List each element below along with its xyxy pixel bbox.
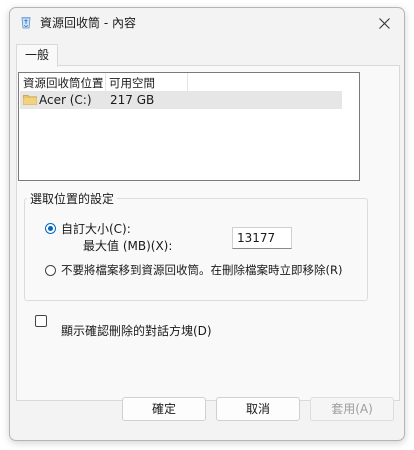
free-space-value: 217 GB [110, 93, 155, 107]
no-move-radio[interactable] [45, 265, 56, 276]
column-divider[interactable] [105, 73, 106, 91]
recycle-bin-icon [20, 15, 32, 29]
close-button[interactable] [372, 12, 396, 34]
recycle-bin-location-list[interactable]: 資源回收筒位置 可用空間 Acer (C:) 217 GB [18, 72, 360, 181]
location-name: Acer (C:) [39, 93, 92, 107]
close-icon [378, 17, 390, 29]
folder-icon [23, 94, 37, 105]
title-bar[interactable]: 資源回收筒 - 內容 [10, 8, 404, 36]
column-header-free-space[interactable]: 可用空間 [109, 75, 155, 91]
tab-general[interactable]: 一般 [16, 44, 58, 67]
custom-size-radio[interactable] [45, 223, 56, 234]
custom-size-label[interactable]: 自訂大小(C): [61, 220, 131, 237]
confirm-delete-checkbox[interactable] [35, 315, 47, 327]
max-size-input[interactable]: 13177 [232, 227, 292, 249]
column-divider[interactable] [187, 73, 188, 91]
max-value-label: 最大值 (MB)(X): [83, 239, 173, 253]
column-header-location[interactable]: 資源回收筒位置 [23, 75, 104, 91]
group-title: 選取位置的設定 [27, 190, 118, 207]
apply-button[interactable]: 套用(A) [310, 397, 394, 421]
location-settings-group [24, 198, 368, 301]
cancel-button[interactable]: 取消 [216, 397, 300, 421]
window-title: 資源回收筒 - 內容 [40, 16, 136, 30]
list-header: 資源回收筒位置 可用空間 [19, 73, 359, 91]
no-move-label[interactable]: 不要將檔案移到資源回收筒。在刪除檔案時立即移除(R) [61, 262, 342, 278]
list-item[interactable]: Acer (C:) 217 GB [20, 91, 342, 109]
confirm-delete-label[interactable]: 顯示確認刪除的對話方塊(D) [61, 322, 212, 339]
ok-button[interactable]: 確定 [122, 397, 206, 421]
